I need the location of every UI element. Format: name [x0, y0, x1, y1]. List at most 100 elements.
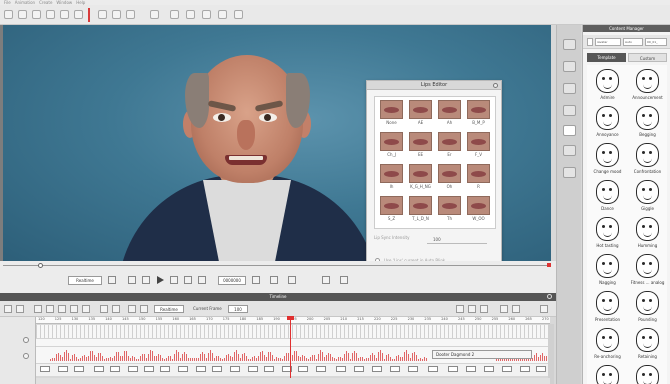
filter-avatar-select[interactable]: iAvatar	[595, 38, 621, 46]
viseme-key[interactable]	[144, 366, 154, 372]
template-item[interactable]: Hot tasting	[590, 215, 625, 253]
template-item[interactable]	[590, 363, 625, 384]
track-row-ticks[interactable]	[36, 325, 550, 339]
viseme-key[interactable]	[58, 366, 68, 372]
back-icon[interactable]	[587, 38, 593, 46]
loop-icon[interactable]	[108, 276, 116, 284]
stop-icon[interactable]	[142, 276, 150, 284]
next-frame-icon[interactable]	[184, 276, 192, 284]
viseme-key[interactable]	[466, 366, 476, 372]
playhead[interactable]	[290, 317, 291, 384]
new-file-icon[interactable]	[4, 10, 13, 19]
viseme-key[interactable]	[484, 366, 494, 372]
viseme-button[interactable]: K_G_H_NG	[409, 164, 432, 191]
prop-icon[interactable]	[563, 145, 576, 156]
viseme-key[interactable]	[178, 366, 188, 372]
viseme-button[interactable]: T_L_D_N	[409, 196, 432, 223]
scale-icon[interactable]	[126, 10, 135, 19]
viseme-key[interactable]	[372, 366, 382, 372]
template-item[interactable]: Announcement	[630, 67, 665, 105]
stop-icon[interactable]	[140, 305, 148, 313]
copy-icon[interactable]	[58, 305, 66, 313]
viseme-button[interactable]: Er	[438, 132, 461, 159]
filter-icon[interactable]	[16, 305, 24, 313]
record-icon[interactable]	[128, 276, 136, 284]
cut-icon[interactable]	[46, 305, 54, 313]
settings-icon[interactable]	[540, 305, 548, 313]
layers-icon[interactable]	[500, 305, 508, 313]
actor-icon[interactable]	[563, 61, 576, 72]
lips-editor-title[interactable]: Lips Editor	[367, 81, 501, 90]
template-item[interactable]: Dance	[590, 178, 625, 216]
key-icon[interactable]	[34, 305, 42, 313]
viseme-key[interactable]	[354, 366, 364, 372]
viseme-key[interactable]	[160, 366, 170, 372]
light-icon[interactable]	[186, 10, 195, 19]
save-icon[interactable]	[32, 10, 41, 19]
track-row-audio[interactable]: Dooter Dagmond 2	[36, 347, 550, 364]
viseme-button[interactable]: AE	[409, 100, 432, 127]
zoom-out-icon[interactable]	[468, 305, 476, 313]
viseme-key[interactable]	[502, 366, 512, 372]
zoom-fit-icon[interactable]	[112, 305, 120, 313]
viseme-key[interactable]	[390, 366, 400, 372]
viseme-key[interactable]	[264, 366, 274, 372]
fit-icon[interactable]	[480, 305, 488, 313]
viseme-key[interactable]	[196, 366, 206, 372]
template-item[interactable]: Giggle	[630, 178, 665, 216]
current-frame-input[interactable]: 100	[228, 305, 248, 313]
filter-mode-select[interactable]: Auto	[623, 38, 643, 46]
viseme-key[interactable]	[298, 366, 308, 372]
expression-icon[interactable]	[563, 125, 576, 136]
track-row-empty[interactable]	[36, 339, 550, 347]
viseme-key[interactable]	[94, 366, 104, 372]
viseme-button[interactable]: Th	[438, 196, 461, 223]
filter-frame-select[interactable]: 00_01_	[645, 38, 667, 46]
zoom-icon[interactable]	[322, 276, 330, 284]
viseme-button[interactable]: B_M_P	[467, 100, 490, 127]
volume-icon[interactable]	[252, 276, 260, 284]
track-toggle-icon[interactable]	[23, 337, 29, 343]
settings-icon[interactable]	[234, 10, 243, 19]
timeline-scrollbar[interactable]	[548, 324, 554, 384]
snapshot-icon[interactable]	[288, 276, 296, 284]
viseme-button[interactable]: EE	[409, 132, 432, 159]
viseme-key[interactable]	[448, 366, 458, 372]
viseme-key[interactable]	[128, 366, 138, 372]
viseme-key[interactable]	[230, 366, 240, 372]
scrub-track[interactable]	[3, 265, 551, 266]
grid-icon[interactable]	[170, 10, 179, 19]
tab-custom[interactable]: Custom	[628, 53, 667, 62]
timeline-mode-select[interactable]: Realtime	[154, 305, 184, 313]
delete-icon[interactable]	[82, 305, 90, 313]
template-item[interactable]	[630, 363, 665, 384]
open-icon[interactable]	[18, 10, 27, 19]
viseme-key[interactable]	[316, 366, 326, 372]
viseme-button[interactable]: S_Z	[380, 196, 403, 223]
viseme-key[interactable]	[408, 366, 418, 372]
preview-icon[interactable]	[218, 10, 227, 19]
viseme-key[interactable]	[212, 366, 222, 372]
template-item[interactable]: Change mood	[590, 141, 625, 179]
play-icon[interactable]	[157, 276, 164, 284]
viseme-button[interactable]: Ch_J	[380, 132, 403, 159]
frame-input[interactable]: 0000000	[218, 276, 246, 285]
pan-icon[interactable]	[340, 276, 348, 284]
expand-icon[interactable]	[512, 305, 520, 313]
viseme-key[interactable]	[40, 366, 50, 372]
template-item[interactable]: Begging	[630, 104, 665, 142]
close-icon[interactable]	[493, 83, 498, 88]
magnet-icon[interactable]	[100, 305, 108, 313]
paste-icon[interactable]	[70, 305, 78, 313]
rotate-icon[interactable]	[112, 10, 121, 19]
prev-frame-icon[interactable]	[170, 276, 178, 284]
render-icon[interactable]	[202, 10, 211, 19]
template-item[interactable]: Admire	[590, 67, 625, 105]
face-icon[interactable]	[563, 105, 576, 116]
template-item[interactable]: Humming	[630, 215, 665, 253]
viseme-button[interactable]: Oh	[438, 164, 461, 191]
folder-icon[interactable]	[563, 39, 576, 50]
undo-icon[interactable]	[46, 10, 55, 19]
redo-icon[interactable]	[60, 10, 69, 19]
zoom-in-icon[interactable]	[456, 305, 464, 313]
